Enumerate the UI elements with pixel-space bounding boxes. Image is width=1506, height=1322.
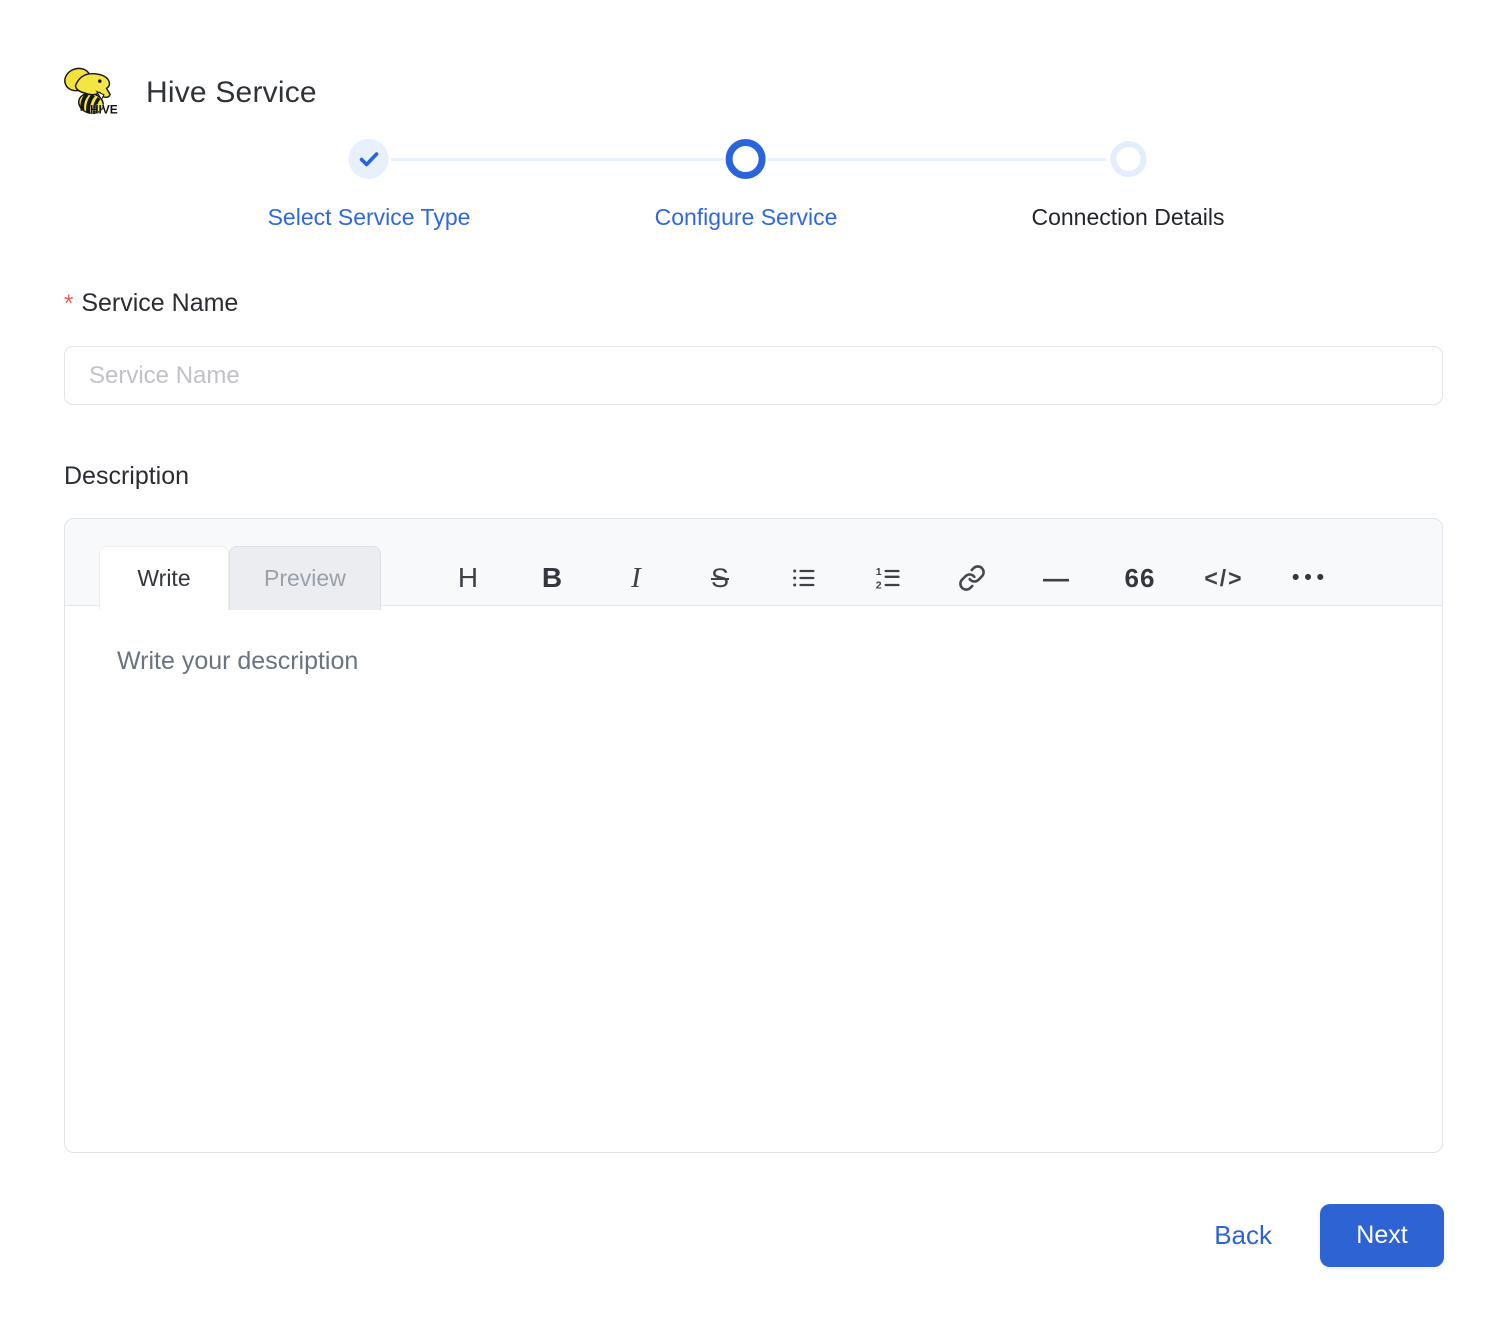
step-active-circle — [726, 139, 766, 179]
strikethrough-icon[interactable]: S — [678, 546, 762, 610]
back-button[interactable]: Back — [1214, 1220, 1272, 1251]
configure-service-page: HIVE Hive Service Select Service Type Co… — [0, 0, 1506, 1322]
editor-toolbar: H B I S 1 2 — [426, 546, 1350, 610]
tab-write[interactable]: Write — [99, 546, 229, 610]
next-button[interactable]: Next — [1320, 1204, 1444, 1267]
horizontal-rule-icon[interactable]: — — [1014, 546, 1098, 610]
wizard-footer: Back Next — [1214, 1204, 1444, 1267]
more-options-icon[interactable]: ••• — [1266, 546, 1350, 610]
step-pending-circle — [1108, 139, 1148, 179]
service-name-label: Service Name — [81, 289, 238, 318]
tab-preview[interactable]: Preview — [229, 546, 381, 610]
stepper: Select Service Type Configure Service Co… — [0, 0, 1506, 240]
service-name-label-row: * Service Name — [64, 289, 238, 318]
step-select-service-type[interactable]: Select Service Type — [268, 139, 471, 231]
description-label-row: Description — [64, 462, 189, 491]
service-name-input[interactable] — [64, 346, 1443, 405]
bulleted-list-icon[interactable] — [762, 546, 846, 610]
step-completed-circle — [349, 139, 389, 179]
svg-text:2: 2 — [876, 580, 882, 592]
step-label-connection-details: Connection Details — [1031, 204, 1224, 231]
description-textarea[interactable] — [65, 607, 1442, 1153]
numbered-list-icon[interactable]: 1 2 — [846, 546, 930, 610]
description-label: Description — [64, 462, 189, 491]
required-asterisk: * — [64, 290, 73, 318]
code-icon[interactable]: </> — [1182, 546, 1266, 610]
step-label-configure-service: Configure Service — [655, 204, 838, 231]
link-icon[interactable] — [930, 546, 1014, 610]
step-configure-service[interactable]: Configure Service — [655, 139, 838, 231]
step-label-select-service-type: Select Service Type — [268, 204, 471, 231]
italic-icon[interactable]: I — [594, 546, 678, 610]
svg-text:1: 1 — [876, 566, 882, 578]
step-connection-details[interactable]: Connection Details — [1031, 139, 1224, 231]
bold-icon[interactable]: B — [510, 546, 594, 610]
quote-icon[interactable]: 66 — [1098, 546, 1182, 610]
description-editor: Write Preview H B I S 1 — [64, 518, 1443, 1153]
pending-step-ring-icon — [1110, 141, 1146, 177]
editor-tabs: Write Preview — [99, 546, 381, 610]
active-step-ring-icon — [726, 139, 766, 179]
heading-icon[interactable]: H — [426, 546, 510, 610]
check-icon — [349, 139, 389, 179]
